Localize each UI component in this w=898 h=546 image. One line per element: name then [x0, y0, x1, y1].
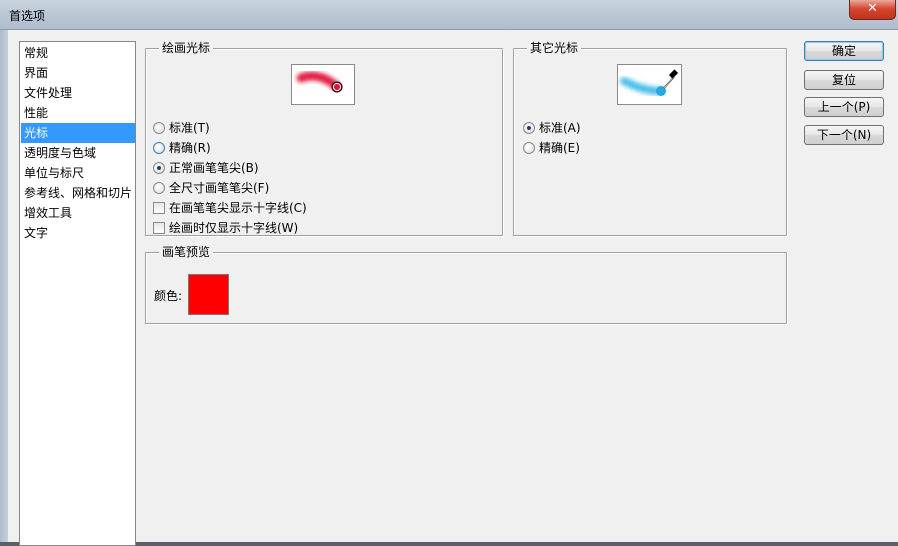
painting-cursors-group: 绘画光标 标准(T) 精确(R) 正常画笔笔尖(B) 全尺寸画笔笔尖(F) 在画… [145, 41, 503, 236]
nav-item-units-rulers[interactable]: 单位与标尺 [21, 163, 135, 183]
color-label: 颜色: [154, 289, 183, 303]
nav-item-type[interactable]: 文字 [21, 223, 135, 243]
close-button[interactable]: ✕ [849, 0, 896, 20]
radio-label: 标准(A) [539, 121, 581, 135]
eyedropper-cursor-preview-icon [620, 69, 679, 96]
nav-item-general[interactable]: 常规 [21, 43, 135, 63]
radio-label: 全尺寸画笔笔尖(F) [169, 181, 270, 195]
checkbox-label: 在画笔笔尖显示十字线(C) [169, 201, 307, 215]
category-list[interactable]: 常规 界面 文件处理 性能 光标 透明度与色域 单位与标尺 参考线、网格和切片 … [19, 41, 136, 546]
window-title: 首选项 [9, 9, 46, 23]
radio-other-precise-icon[interactable] [523, 142, 535, 154]
nav-item-file-handling[interactable]: 文件处理 [21, 83, 135, 103]
nav-item-performance[interactable]: 性能 [21, 103, 135, 123]
show-crosshair-checkbox[interactable] [153, 202, 165, 214]
radio-normal-brush-tip-icon[interactable] [153, 162, 165, 174]
crosshair-only-checkbox[interactable] [153, 222, 165, 234]
other-cursors-label: 其它光标 [527, 41, 582, 55]
painting-cursor-preview [291, 64, 355, 105]
close-icon: ✕ [867, 1, 878, 16]
radio-full-size-brush-tip-icon[interactable] [153, 182, 165, 194]
nav-item-plugins[interactable]: 增效工具 [21, 203, 135, 223]
brush-color-swatch[interactable] [188, 274, 229, 315]
radio-label: 正常画笔笔尖(B) [169, 161, 259, 175]
radio-precise-icon[interactable] [153, 142, 165, 154]
radio-label: 标准(T) [169, 121, 210, 135]
ok-button[interactable]: 确定 [804, 41, 884, 61]
window-frame-left [0, 30, 8, 542]
prev-button[interactable]: 上一个(P) [804, 97, 884, 117]
checkbox-label: 绘画时仅显示十字线(W) [169, 221, 299, 235]
next-button[interactable]: 下一个(N) [804, 125, 884, 145]
nav-item-interface[interactable]: 界面 [21, 63, 135, 83]
preferences-window: 首选项 ✕ 常规 界面 文件处理 性能 光标 透明度与色域 单位与标尺 参考线、… [0, 0, 898, 546]
brush-preview-group: 画笔预览 颜色: [145, 245, 787, 324]
radio-standard-icon[interactable] [153, 122, 165, 134]
nav-item-transparency-gamut[interactable]: 透明度与色域 [21, 143, 135, 163]
reset-button[interactable]: 复位 [804, 70, 884, 90]
radio-other-standard-icon[interactable] [523, 122, 535, 134]
radio-label: 精确(R) [169, 141, 211, 155]
nav-item-guides-grid-slices[interactable]: 参考线、网格和切片 [21, 183, 135, 203]
nav-item-cursors[interactable]: 光标 [21, 123, 135, 143]
dialog-client: 常规 界面 文件处理 性能 光标 透明度与色域 单位与标尺 参考线、网格和切片 … [8, 31, 898, 546]
painting-cursors-label: 绘画光标 [159, 41, 214, 55]
other-cursors-group: 其它光标 标准(A) 精确(E) [513, 41, 787, 236]
title-bar[interactable]: 首选项 ✕ [0, 0, 898, 30]
radio-label: 精确(E) [539, 141, 580, 155]
brush-cursor-preview-icon [296, 71, 343, 93]
other-cursor-preview [617, 64, 682, 105]
brush-preview-label: 画笔预览 [159, 245, 214, 259]
